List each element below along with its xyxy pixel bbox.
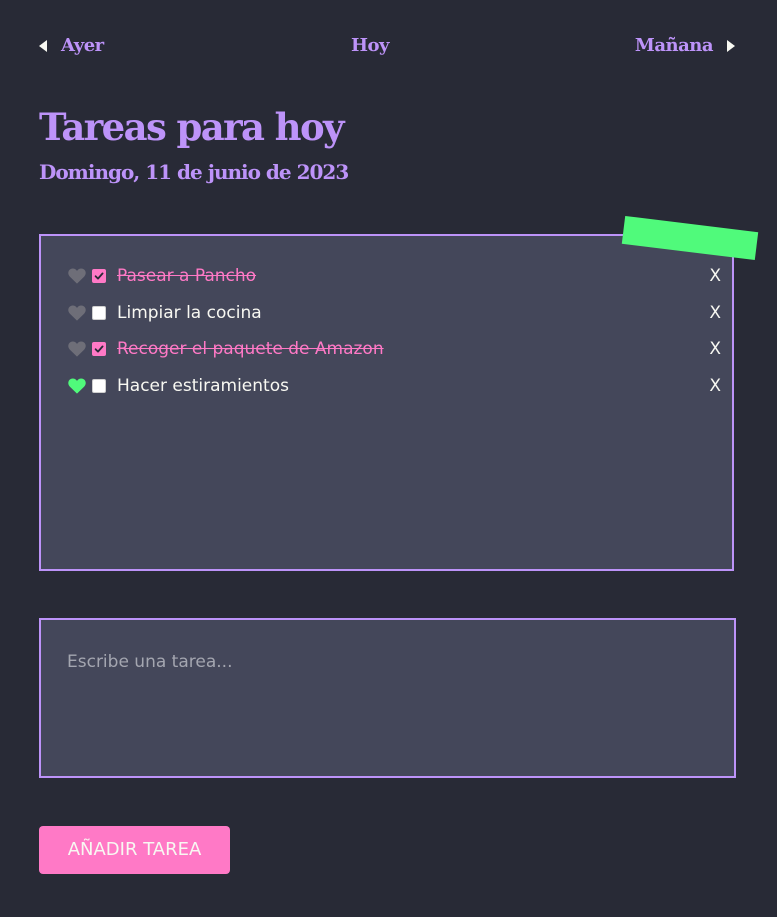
task-list-panel: Pasear a Pancho X Limpiar la cocina X Re… [39,234,734,571]
heart-icon[interactable] [67,304,87,322]
task-item: Hacer estiramientos X [67,368,721,405]
task-text: Limpiar la cocina [117,302,262,323]
task-checkbox[interactable] [92,305,106,320]
task-checkbox[interactable] [92,378,106,393]
task-text: Pasear a Pancho [117,266,257,287]
task-item: Recoger el paquete de Amazon X [67,331,721,368]
nav-today-link[interactable]: Hoy [0,34,740,58]
task-text: Hacer estiramientos [117,375,289,396]
nav-next-label: Mañana [634,35,714,56]
page-date: Domingo, 11 de junio de 2023 [39,160,349,184]
heart-icon[interactable] [67,340,87,358]
add-task-button[interactable]: AÑADIR TAREA [39,826,230,874]
delete-task-button[interactable]: X [709,376,721,396]
task-checkbox[interactable] [92,269,106,284]
delete-task-button[interactable]: X [709,266,721,286]
delete-task-button[interactable]: X [709,303,721,323]
triangle-right-icon [727,40,735,52]
task-item: Limpiar la cocina X [67,295,721,332]
heart-icon[interactable] [67,267,87,285]
delete-task-button[interactable]: X [709,339,721,359]
task-checkbox[interactable] [92,342,106,357]
page-title: Tareas para hoy [39,105,345,149]
task-text: Recoger el paquete de Amazon [117,339,384,360]
nav-today-label: Hoy [351,35,389,56]
new-task-input[interactable] [39,618,736,778]
nav-next-link[interactable]: Mañana [635,34,735,58]
task-item: Pasear a Pancho X [67,258,721,295]
heart-icon[interactable] [67,377,87,395]
task-list: Pasear a Pancho X Limpiar la cocina X Re… [67,258,721,405]
